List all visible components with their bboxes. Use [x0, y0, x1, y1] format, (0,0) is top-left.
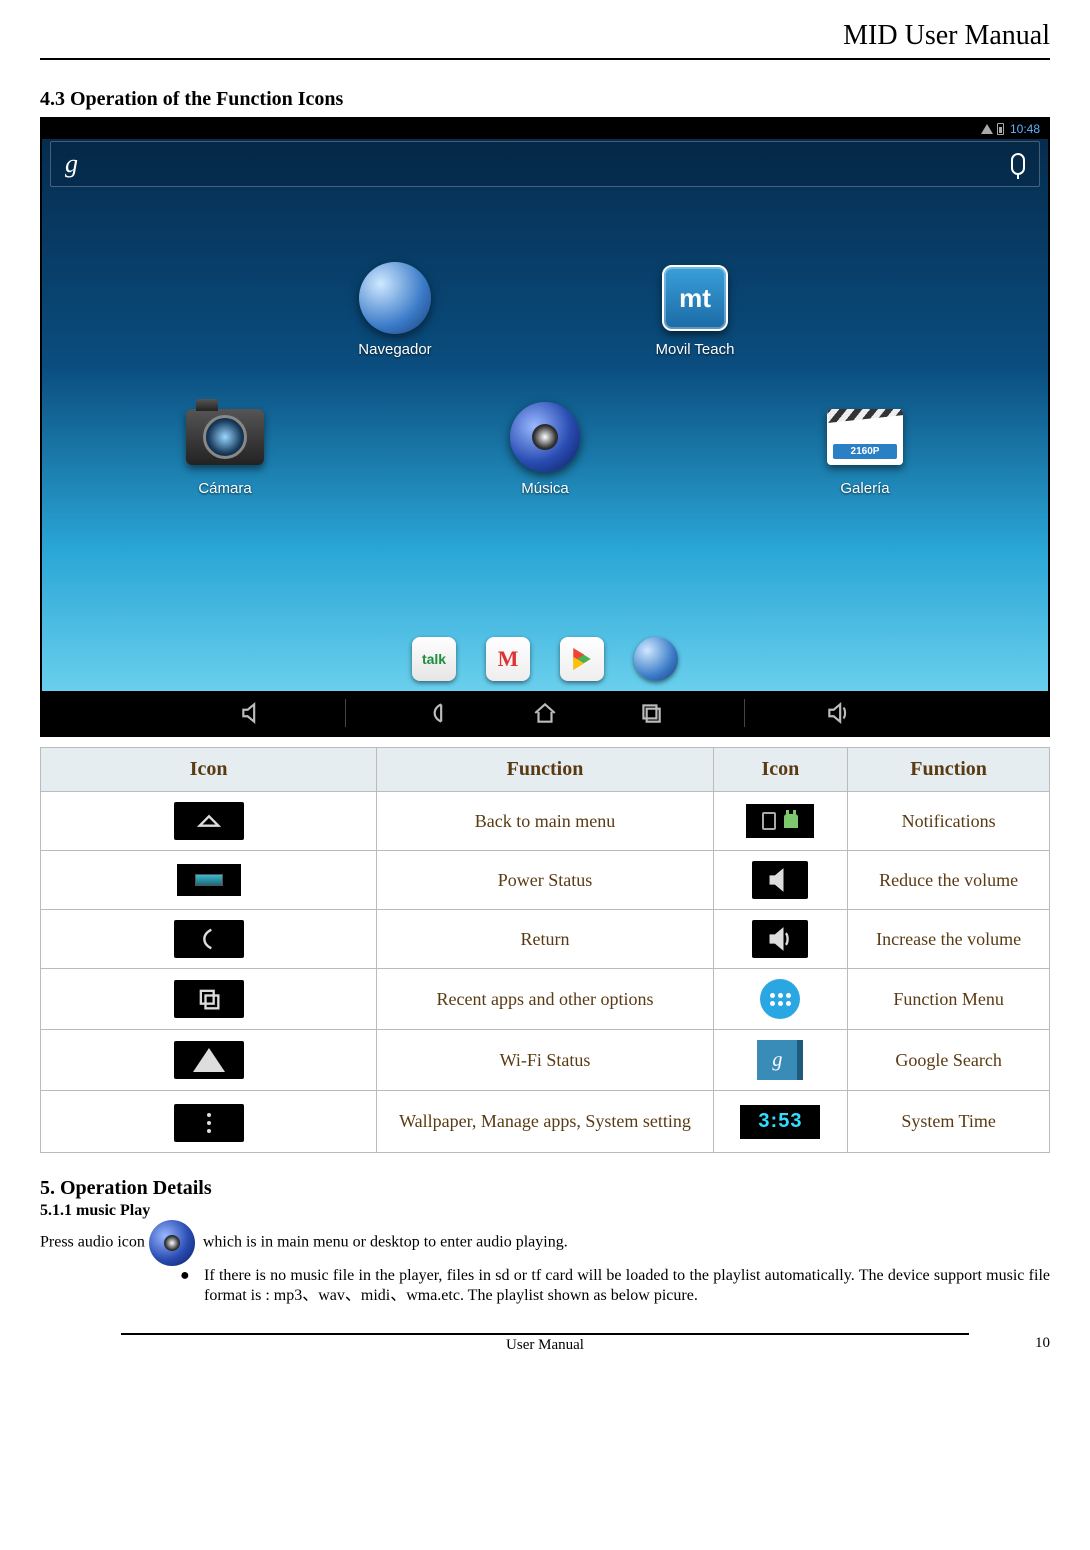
camera-icon	[186, 409, 264, 465]
press-audio-post: which is in main menu or desktop to ente…	[199, 1234, 568, 1251]
globe-icon	[359, 262, 431, 334]
app-label: Cámara	[198, 480, 251, 497]
function-icon-table: Icon Function Icon Function Back to main…	[40, 747, 1050, 1153]
app-navegador[interactable]: Navegador	[335, 259, 455, 358]
nav-divider	[345, 699, 346, 727]
volume-down-icon[interactable]	[239, 700, 265, 726]
function-menu-icon	[760, 979, 800, 1019]
mt-icon: mt	[662, 265, 728, 331]
app-movil-teach[interactable]: mt Movil Teach	[635, 259, 755, 358]
footer-rule	[121, 1333, 969, 1335]
app-musica[interactable]: Música	[485, 398, 605, 497]
app-play-store[interactable]	[560, 637, 604, 681]
section-5-1-1-heading: 5.1.1 music Play	[40, 1202, 150, 1219]
func-label: Back to main menu	[377, 792, 713, 851]
tablet-home-screenshot: 10:48 g Navegador mt Movil Teach Cámara …	[40, 117, 1050, 737]
battery-icon	[997, 123, 1004, 135]
func-label: Recent apps and other options	[377, 969, 713, 1030]
app-browser-small[interactable]	[634, 637, 678, 681]
dock-row: talk M	[412, 637, 678, 681]
func-label: Wallpaper, Manage apps, System setting	[377, 1091, 713, 1153]
gallery-icon: 2160P	[827, 409, 903, 465]
status-clock: 10:48	[1010, 122, 1040, 136]
func-label: Notifications	[848, 792, 1050, 851]
inline-music-icon	[149, 1220, 195, 1266]
notifications-icon	[746, 804, 814, 838]
recent-apps-icon[interactable]	[638, 700, 664, 726]
volume-down-icon	[752, 861, 808, 899]
func-label: Increase the volume	[848, 910, 1050, 969]
footer-page-number: 10	[1035, 1335, 1050, 1352]
app-grid: Navegador mt Movil Teach Cámara Música 2…	[42, 259, 1048, 497]
th-function: Function	[377, 748, 713, 792]
back-icon[interactable]	[426, 700, 452, 726]
volume-up-icon[interactable]	[825, 700, 851, 726]
home-icon[interactable]	[532, 700, 558, 726]
home-outline-icon	[174, 802, 244, 840]
document-header-title: MID User Manual	[40, 20, 1050, 52]
gallery-tag: 2160P	[833, 444, 897, 459]
th-function2: Function	[848, 748, 1050, 792]
func-label: Function Menu	[848, 969, 1050, 1030]
app-camara[interactable]: Cámara	[165, 398, 285, 497]
th-icon: Icon	[41, 748, 377, 792]
volume-up-icon	[752, 920, 808, 958]
status-bar: 10:48	[42, 119, 1048, 139]
app-label: Navegador	[358, 341, 431, 358]
return-icon	[174, 920, 244, 958]
footer-center-text: User Manual	[506, 1337, 584, 1354]
page-footer: User Manual 10	[40, 1333, 1050, 1354]
section-4-3-heading: 4.3 Operation of the Function Icons	[40, 88, 1050, 111]
google-search-icon: g	[757, 1040, 803, 1080]
app-label: Movil Teach	[656, 341, 735, 358]
bullet-dot-icon: ●	[180, 1266, 192, 1304]
google-g-icon: g	[65, 149, 78, 179]
status-icons	[981, 123, 1004, 135]
speaker-icon	[510, 402, 580, 472]
wifi-icon	[174, 1041, 244, 1079]
app-label: Galería	[840, 480, 889, 497]
app-talk[interactable]: talk	[412, 637, 456, 681]
bullet-text: If there is no music file in the player,…	[204, 1266, 1050, 1304]
header-rule	[40, 58, 1050, 60]
power-status-icon	[177, 864, 241, 896]
mic-icon[interactable]	[1011, 153, 1025, 175]
app-galeria[interactable]: 2160P Galería	[805, 398, 925, 497]
func-label: Wi-Fi Status	[377, 1030, 713, 1091]
nav-divider	[744, 699, 745, 727]
search-bar[interactable]: g	[50, 141, 1040, 187]
press-audio-pre: Press audio icon	[40, 1234, 145, 1251]
func-label: Reduce the volume	[848, 851, 1050, 910]
recent-apps-icon	[174, 980, 244, 1018]
settings-menu-icon	[174, 1104, 244, 1142]
app-gmail[interactable]: M	[486, 637, 530, 681]
func-label: Google Search	[848, 1030, 1050, 1091]
bullet-item: ● If there is no music file in the playe…	[180, 1266, 1050, 1304]
th-icon2: Icon	[713, 748, 848, 792]
func-label: Return	[377, 910, 713, 969]
nav-bar	[42, 691, 1048, 735]
func-label: Power Status	[377, 851, 713, 910]
app-row-1: Navegador mt Movil Teach	[335, 259, 755, 358]
wifi-status-icon	[981, 124, 993, 134]
section-5-heading: 5. Operation Details	[40, 1177, 1050, 1200]
app-label: Música	[521, 480, 569, 497]
app-row-2: Cámara Música 2160P Galería	[165, 398, 925, 497]
system-time-icon: 3:53	[740, 1105, 820, 1139]
func-label: System Time	[848, 1091, 1050, 1153]
